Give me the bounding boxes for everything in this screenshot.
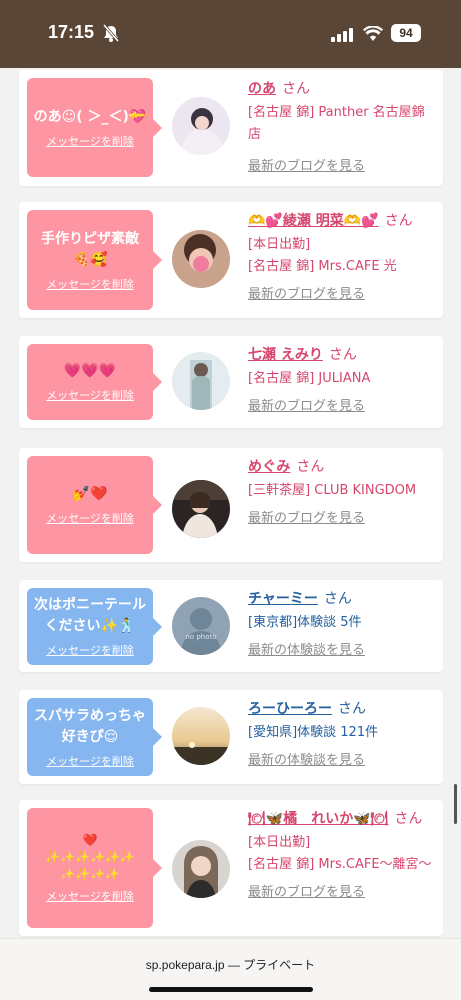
delete-message-link[interactable]: メッセージを削除: [46, 133, 134, 149]
wifi-icon: [363, 25, 383, 45]
list-item: 💗💗💗 メッセージを削除 七瀬 えみり さん [名古屋 錦] JULIANA 最新…: [19, 336, 443, 428]
latest-blog-link[interactable]: 最新のブログを見る: [248, 284, 436, 306]
card-info: 🫶💕綾瀬 明菜🫶💕 さん [本日出勤] [名古屋 錦] Mrs.CAFE 光 最新…: [248, 210, 436, 306]
user-name-link[interactable]: 🍽🦋橘 れいか🦋🍽: [248, 811, 388, 827]
review-detail: [愛知県]体験談 121件: [248, 725, 379, 740]
list-item: のあ☺︎( ＞_＜)💝 メッセージを削除 のあ さん [名古屋 錦] Panthe…: [19, 70, 443, 186]
message-text: 💗💗💗: [63, 363, 117, 379]
delete-message-link[interactable]: メッセージを削除: [46, 510, 134, 526]
user-name-link[interactable]: めぐみ: [248, 459, 290, 475]
no-photo-text: no photo: [185, 633, 216, 641]
battery-indicator: 94: [391, 24, 421, 42]
browser-bottom-bar: sp.pokepara.jp — プライベート: [0, 938, 461, 1000]
avatar[interactable]: [172, 840, 230, 898]
message-bubble: のあ☺︎( ＞_＜)💝 メッセージを削除: [27, 78, 162, 177]
message-text: 💅❤️: [72, 486, 108, 502]
card-info: めぐみ さん [三軒茶屋] CLUB KINGDOM 最新のブログを見る: [248, 456, 436, 530]
message-list[interactable]: のあ☺︎( ＞_＜)💝 メッセージを削除 のあ さん [名古屋 錦] Panthe…: [0, 68, 461, 938]
honorific: さん: [338, 701, 366, 717]
latest-review-link[interactable]: 最新の体験談を見る: [248, 640, 436, 662]
message-text: 手作りピザ素敵🍕🥰: [41, 230, 139, 268]
store-detail: [三軒茶屋] CLUB KINGDOM: [248, 483, 417, 498]
message-bubble: 手作りピザ素敵🍕🥰 メッセージを削除: [27, 210, 162, 310]
scrollbar[interactable]: [454, 784, 457, 824]
avatar[interactable]: [172, 707, 230, 765]
user-name-link[interactable]: 七瀬 えみり: [248, 347, 323, 363]
honorific: さん: [384, 213, 413, 229]
list-item: 手作りピザ素敵🍕🥰 メッセージを削除 🫶💕綾瀬 明菜🫶💕 さん [本日出勤] [名…: [19, 202, 443, 318]
list-item: 💅❤️ メッセージを削除 めぐみ さん [三軒茶屋] CLUB KINGDOM 最…: [19, 448, 443, 562]
list-item: スパサラめっちゃ好きぴ😌 メッセージを削除 ろーひーろー さん [愛知県]体験談 …: [19, 690, 443, 784]
message-bubble: 💗💗💗 メッセージを削除: [27, 344, 162, 420]
card-info: ろーひーろー さん [愛知県]体験談 121件 最新の体験談を見る: [248, 698, 436, 772]
bell-muted-icon: [102, 24, 120, 46]
store-detail: [本日出勤] [名古屋 錦] Mrs.CAFE 光: [248, 237, 397, 274]
store-detail: [名古屋 錦] JULIANA: [248, 371, 371, 386]
card-info: のあ さん [名古屋 錦] Panther 名古屋錦店 最新のブログを見る: [248, 78, 436, 178]
delete-message-link[interactable]: メッセージを削除: [46, 888, 134, 904]
card-info: チャーミー さん [東京都]体験談 5件 最新の体験談を見る: [248, 588, 436, 662]
honorific: さん: [394, 811, 423, 827]
latest-blog-link[interactable]: 最新のブログを見る: [248, 396, 436, 418]
honorific: さん: [323, 591, 352, 607]
list-item: ❤️ ✨✨✨✨✨✨ ✨✨✨✨ メッセージを削除 🍽🦋橘 れいか🦋🍽 さん [本日出…: [19, 800, 443, 936]
delete-message-link[interactable]: メッセージを削除: [46, 642, 134, 658]
honorific: さん: [282, 81, 310, 97]
list-item: 次はポニーテールください✨🕺 メッセージを削除 no photo チャーミー さん…: [19, 580, 443, 672]
avatar[interactable]: no photo: [172, 597, 230, 655]
message-bubble: 💅❤️ メッセージを削除: [27, 456, 162, 554]
message-bubble: 次はポニーテールください✨🕺 メッセージを削除: [27, 588, 162, 665]
user-name-link[interactable]: のあ: [248, 81, 276, 97]
message-text: ❤️ ✨✨✨✨✨✨ ✨✨✨✨: [45, 833, 135, 881]
honorific: さん: [296, 459, 325, 475]
user-name-link[interactable]: チャーミー: [248, 591, 318, 607]
home-indicator[interactable]: [149, 987, 313, 992]
message-bubble: スパサラめっちゃ好きぴ😌 メッセージを削除: [27, 698, 162, 776]
store-detail: [本日出勤] [名古屋 錦] Mrs.CAFE〜離宮〜: [248, 835, 432, 872]
store-detail: [名古屋 錦] Panther 名古屋錦店: [248, 105, 425, 142]
card-info: 🍽🦋橘 れいか🦋🍽 さん [本日出勤] [名古屋 錦] Mrs.CAFE〜離宮〜 …: [248, 808, 436, 904]
message-text: スパサラめっちゃ好きぴ😌: [34, 707, 146, 745]
avatar[interactable]: [172, 97, 230, 155]
card-info: 七瀬 えみり さん [名古屋 錦] JULIANA 最新のブログを見る: [248, 344, 436, 418]
avatar[interactable]: [172, 352, 230, 410]
user-name-link[interactable]: 🫶💕綾瀬 明菜🫶💕: [248, 213, 379, 229]
url-text[interactable]: sp.pokepara.jp — プライベート: [0, 956, 461, 973]
message-bubble: ❤️ ✨✨✨✨✨✨ ✨✨✨✨ メッセージを削除: [27, 808, 162, 928]
avatar[interactable]: [172, 480, 230, 538]
delete-message-link[interactable]: メッセージを削除: [46, 387, 134, 403]
message-text: 次はポニーテールください✨🕺: [34, 597, 146, 634]
delete-message-link[interactable]: メッセージを削除: [46, 276, 134, 292]
status-bar: 17:15 94: [0, 0, 461, 68]
message-text: のあ☺︎( ＞_＜)💝: [33, 108, 147, 125]
delete-message-link[interactable]: メッセージを削除: [46, 753, 134, 769]
latest-blog-link[interactable]: 最新のブログを見る: [248, 882, 436, 904]
latest-review-link[interactable]: 最新の体験談を見る: [248, 750, 436, 772]
status-time: 17:15: [48, 22, 95, 42]
avatar[interactable]: [172, 230, 230, 288]
latest-blog-link[interactable]: 最新のブログを見る: [248, 156, 436, 178]
review-detail: [東京都]体験談 5件: [248, 615, 362, 630]
user-name-link[interactable]: ろーひーろー: [248, 701, 332, 717]
latest-blog-link[interactable]: 最新のブログを見る: [248, 508, 436, 530]
signal-icon: [331, 27, 353, 46]
honorific: さん: [328, 347, 357, 363]
